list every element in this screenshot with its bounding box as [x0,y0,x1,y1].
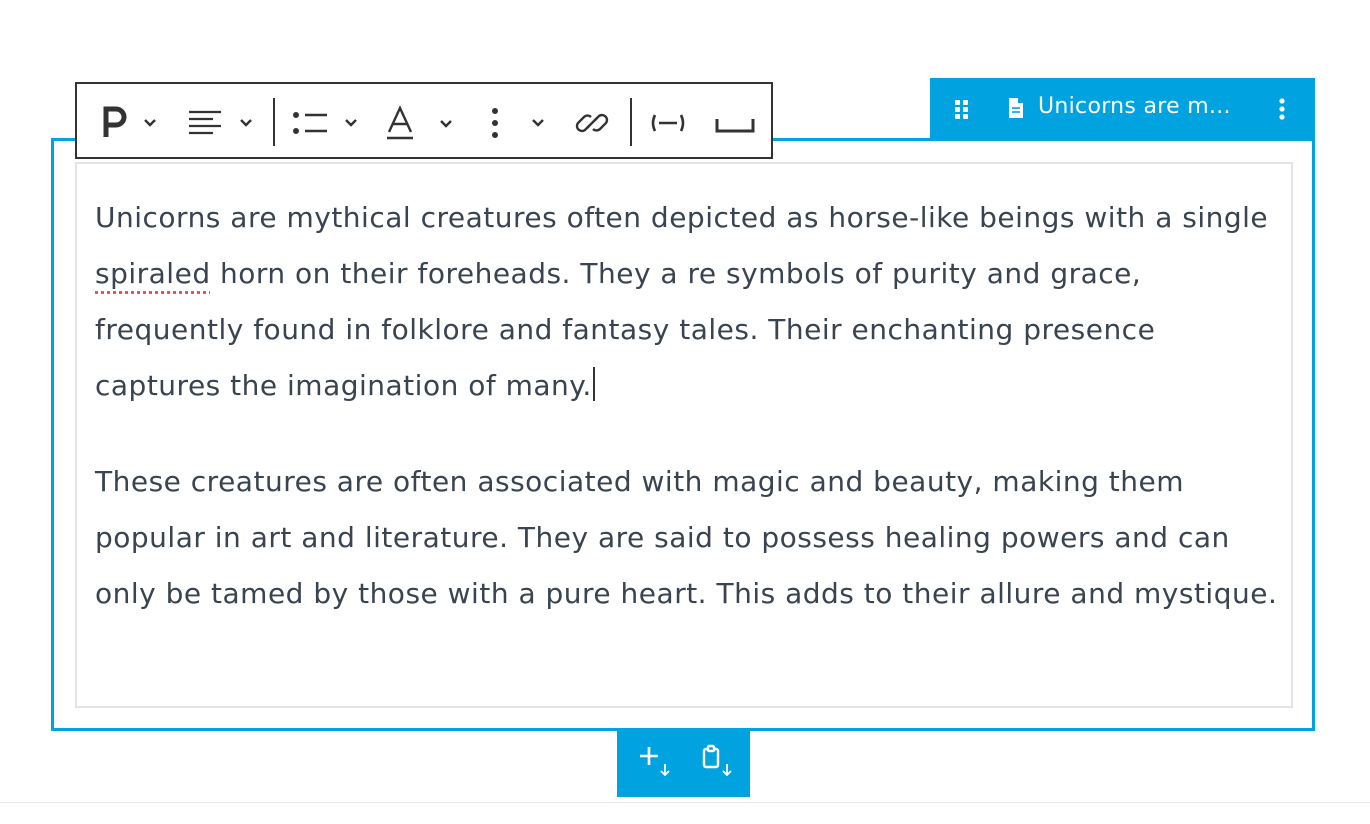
paragraph-2[interactable]: These creatures are often associated wit… [95,454,1280,622]
formatting-toolbar [75,82,773,159]
add-block-below-button[interactable] [621,730,687,797]
list-button[interactable] [283,84,369,161]
add-below-icon [634,742,674,786]
page-divider [0,802,1370,803]
list-icon [283,103,369,143]
toolbar-separator [630,98,632,146]
text-caret [592,367,595,401]
more-vertical-icon[interactable] [1274,95,1290,127]
nonbreaking-space-icon [709,103,761,143]
more-vertical-icon [473,103,553,143]
nonbreaking-space-button[interactable] [709,84,761,161]
block-inserter-bar [617,730,750,797]
text-color-button[interactable] [381,84,463,161]
document-icon [1006,95,1026,125]
more-options-button[interactable] [473,84,553,161]
misspelled-word[interactable]: spiraled [95,257,211,290]
link-icon [572,103,612,143]
link-button[interactable] [569,84,615,161]
nonbreaking-hyphen-button[interactable] [643,84,693,161]
paste-below-icon [698,742,738,786]
paragraph-format-button[interactable] [95,84,165,161]
toolbar-separator [273,98,275,146]
paste-block-below-button[interactable] [685,730,751,797]
block-title-tab[interactable]: Unicorns are m... [930,78,1315,140]
align-left-icon [185,103,263,143]
paragraph-p-icon [99,103,161,143]
block-title: Unicorns are m... [1038,94,1231,119]
nonbreaking-hyphen-icon [643,103,693,143]
text-editor[interactable]: Unicorns are mythical creatures often de… [95,190,1280,662]
drag-handle-icon[interactable] [952,96,972,128]
text-color-a-icon [381,102,463,144]
align-button[interactable] [185,84,263,161]
paragraph-1[interactable]: Unicorns are mythical creatures often de… [95,190,1280,414]
